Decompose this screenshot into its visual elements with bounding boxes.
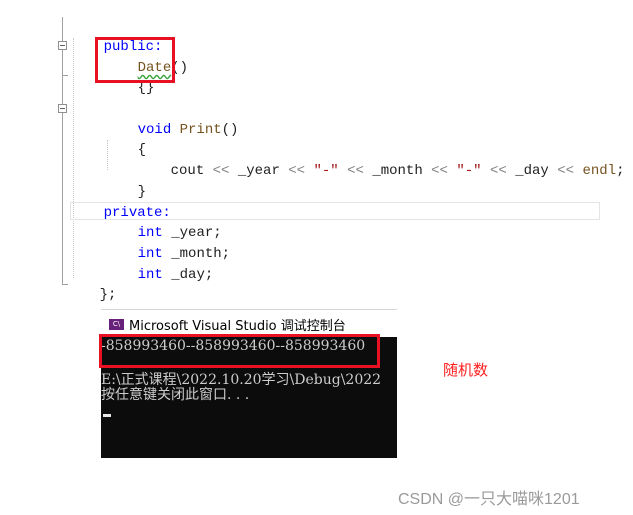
dash-string: "-" [313,163,339,179]
collapse-print-toggle[interactable] [58,104,67,113]
outline-gutter-line [62,17,63,285]
console-titlebar[interactable]: C\ Microsoft Visual Studio 调试控制台 [101,309,397,337]
print-function-name: Print [179,122,222,138]
stream-operator: << [490,163,507,179]
stream-operator: << [347,163,364,179]
semicolon: ; [616,163,625,179]
code-editor[interactable]: public: Date() {} void Print() { cout <<… [0,0,633,303]
outline-gutter-tick [62,75,68,76]
stream-operator: << [288,163,306,179]
year-token: _year [237,163,280,179]
console-title: Microsoft Visual Studio 调试控制台 [129,319,346,334]
cout-token: cout [170,163,205,179]
class-end: }; [99,287,117,303]
stream-operator: << [212,163,230,179]
csdn-watermark: CSDN @一只大喵咪1201 [398,491,580,508]
visual-studio-icon: C\ [109,319,124,330]
print-parens: () [221,122,239,138]
day-token: _day [515,163,549,179]
month-token: _month [372,163,423,179]
console-prompt-line: 按任意键关闭此窗口. . . [101,387,250,403]
endl-token: endl [582,163,617,179]
debug-console-window[interactable]: C\ Microsoft Visual Studio 调试控制台 -858993… [101,309,397,458]
collapse-constructor-toggle[interactable] [58,41,67,50]
code-line-cout: cout << _year << "-" << _month << "-" <<… [137,141,625,201]
console-cursor [103,414,111,417]
int-keyword: int [137,267,163,283]
stream-operator: << [557,163,575,179]
code-line-member-day: int _day; [104,245,214,305]
output-highlight-box [99,334,380,368]
constructor-highlight-box [95,37,175,83]
member-day: _day; [171,267,214,283]
random-number-annotation: 随机数 [443,361,489,379]
stream-operator: << [431,163,448,179]
dash-string: "-" [456,163,482,179]
